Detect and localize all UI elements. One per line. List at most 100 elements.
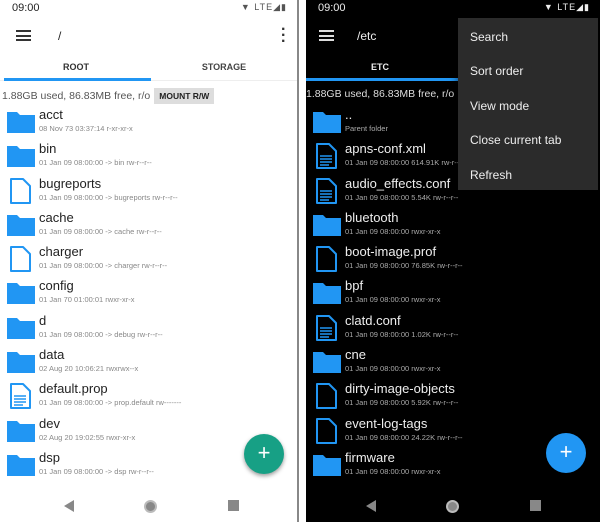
file-row[interactable]: data 02 Aug 20 10:06:21 rwxrwx--x — [0, 346, 297, 380]
mount-rw-button[interactable]: MOUNT R/W — [154, 88, 215, 104]
file-meta: 01 Jan 09 08:00:00 -> bin rw-r--r-- — [39, 158, 152, 168]
file-name: default.prop — [39, 381, 108, 397]
file-meta: 01 Jan 09 08:00:00 24.22K rw-r--r-- — [345, 432, 463, 442]
file-row[interactable]: acct 08 Nov 73 03:37:14 r-xr-xr-x — [0, 106, 297, 140]
folder-icon — [6, 418, 36, 444]
status-bar: 09:00 ▼ LTE◢▮ — [0, 0, 297, 16]
file-meta: 01 Jan 09 08:00:00 rwxr-xr-x — [345, 295, 441, 305]
file-name: acct — [39, 107, 63, 122]
nav-bar — [306, 492, 600, 522]
back-icon[interactable] — [366, 500, 376, 512]
menu-item[interactable]: Search — [458, 18, 598, 52]
folder-icon — [6, 212, 36, 238]
file-meta: 01 Jan 09 08:00:00 1.02K rw-r--r-- — [345, 329, 459, 339]
file-meta: Parent folder — [345, 124, 388, 133]
tab-indicator — [4, 78, 151, 81]
file-meta: 02 Aug 20 10:06:21 rwxrwx--x — [39, 364, 139, 374]
menu-icon[interactable] — [319, 30, 334, 41]
current-path: / — [58, 29, 62, 43]
signal-icons: ▼ LTE◢▮ — [240, 2, 287, 12]
file-name: cache — [39, 209, 74, 225]
status-time: 09:00 — [318, 2, 346, 14]
file-meta: 01 Jan 09 08:00:00 rwxr-xr-x — [345, 364, 441, 374]
file-name: data — [39, 347, 65, 363]
file-name: bpf — [345, 278, 364, 294]
file-row[interactable]: cache 01 Jan 09 08:00:00 -> cache rw-r--… — [0, 209, 297, 243]
file-row[interactable]: dirty-image-objects 01 Jan 09 08:00:00 5… — [306, 380, 600, 414]
file-meta: 01 Jan 09 08:00:00 -> charger rw-r--r-- — [39, 261, 168, 271]
tab-storage[interactable]: STORAGE — [150, 62, 297, 72]
status-time: 09:00 — [12, 2, 40, 14]
file-name: bin — [39, 141, 57, 157]
text-file-icon — [312, 314, 342, 341]
file-row[interactable]: clatd.conf 01 Jan 09 08:00:00 1.02K rw-r… — [306, 312, 600, 346]
file-meta: 01 Jan 09 08:00:00 -> prop.default rw---… — [39, 398, 182, 408]
tab-root[interactable]: ROOT — [2, 62, 150, 72]
file-icon — [312, 383, 342, 410]
folder-icon — [312, 452, 342, 478]
add-fab-button[interactable]: + — [244, 434, 284, 474]
folder-icon — [6, 315, 36, 341]
file-row[interactable]: bpf 01 Jan 09 08:00:00 rwxr-xr-x — [306, 277, 600, 311]
file-name: event-log-tags — [345, 415, 428, 431]
status-bar: 09:00 ▼ LTE◢▮ — [306, 0, 600, 16]
file-name: apns-conf.xml — [345, 141, 426, 157]
text-file-icon — [6, 383, 36, 410]
file-row[interactable]: d 01 Jan 09 08:00:00 -> debug rw-r--r-- — [0, 312, 297, 346]
menu-item[interactable]: Sort order — [458, 52, 598, 86]
file-icon — [6, 177, 36, 204]
file-icon — [312, 246, 342, 273]
file-meta: 01 Jan 09 08:00:00 -> dsp rw-r--r-- — [39, 466, 154, 476]
file-meta: 01 Jan 09 08:00:00 -> bugreports rw-r--r… — [39, 192, 178, 202]
file-row[interactable]: boot-image.prof 01 Jan 09 08:00:00 76.85… — [306, 243, 600, 277]
file-name: dsp — [39, 449, 60, 465]
menu-item[interactable]: Refresh — [458, 156, 598, 190]
file-meta: 01 Jan 09 08:00:00 -> cache rw-r--r-- — [39, 226, 162, 236]
recents-icon[interactable] — [228, 500, 239, 511]
folder-icon — [312, 280, 342, 306]
file-row[interactable]: default.prop 01 Jan 09 08:00:00 -> prop.… — [0, 380, 297, 414]
current-path: /etc — [357, 29, 377, 43]
overflow-menu-icon[interactable]: · · · — [281, 22, 286, 50]
file-meta: 01 Jan 70 01:00:01 rwxr-xr-x — [39, 295, 135, 305]
file-meta: 02 Aug 20 19:02:55 rwxr-xr-x — [39, 432, 136, 442]
file-row[interactable]: bluetooth 01 Jan 09 08:00:00 rwxr-xr-x — [306, 209, 600, 243]
file-name: charger — [39, 244, 84, 260]
file-meta: 01 Jan 09 08:00:00 rwxr-xr-x — [345, 466, 441, 476]
file-list[interactable]: acct 08 Nov 73 03:37:14 r-xr-xr-x bin 01… — [0, 106, 297, 483]
menu-item[interactable]: View mode — [458, 87, 598, 121]
menu-icon[interactable] — [16, 30, 31, 41]
file-row[interactable]: charger 01 Jan 09 08:00:00 -> charger rw… — [0, 243, 297, 277]
storage-info: 1.88GB used, 86.83MB free, r/o — [306, 88, 455, 100]
file-meta: 01 Jan 09 08:00:00 rwxr-xr-x — [345, 226, 441, 236]
file-meta: 08 Nov 73 03:37:14 r-xr-xr-x — [39, 124, 133, 133]
file-meta: 01 Jan 09 08:00:00 5.92K rw-r--r-- — [345, 398, 459, 408]
file-meta: 01 Jan 09 08:00:00 76.85K rw-r--r-- — [345, 261, 463, 271]
file-icon — [6, 246, 36, 273]
home-icon[interactable] — [446, 500, 459, 513]
signal-icons: ▼ LTE◢▮ — [543, 2, 590, 12]
menu-item[interactable]: Close current tab — [458, 121, 598, 155]
file-name: audio_effects.conf — [345, 175, 451, 191]
file-name: boot-image.prof — [345, 244, 437, 260]
folder-icon — [6, 349, 36, 375]
file-row[interactable]: cne 01 Jan 09 08:00:00 rwxr-xr-x — [306, 346, 600, 380]
storage-info: 1.88GB used, 86.83MB free, r/o — [2, 90, 151, 102]
file-name: clatd.conf — [345, 312, 401, 328]
home-icon[interactable] — [144, 500, 157, 513]
dark-panel: 09:00 ▼ LTE◢▮ /etc ETC 1.88GB used, 86.8… — [306, 0, 600, 522]
file-row[interactable]: bugreports 01 Jan 09 08:00:00 -> bugrepo… — [0, 175, 297, 209]
text-file-icon — [312, 177, 342, 204]
file-icon — [312, 417, 342, 444]
file-row[interactable]: bin 01 Jan 09 08:00:00 -> bin rw-r--r-- — [0, 140, 297, 174]
folder-icon — [312, 212, 342, 238]
file-row[interactable]: config 01 Jan 70 01:00:01 rwxr-xr-x — [0, 277, 297, 311]
recents-icon[interactable] — [530, 500, 541, 511]
nav-bar — [0, 492, 297, 522]
toolbar: / · · · — [0, 22, 297, 50]
file-name: bluetooth — [345, 209, 399, 225]
tab-etc[interactable]: ETC — [306, 62, 454, 72]
add-fab-button[interactable]: + — [546, 433, 586, 473]
file-name: firmware — [345, 449, 395, 465]
back-icon[interactable] — [64, 500, 74, 512]
